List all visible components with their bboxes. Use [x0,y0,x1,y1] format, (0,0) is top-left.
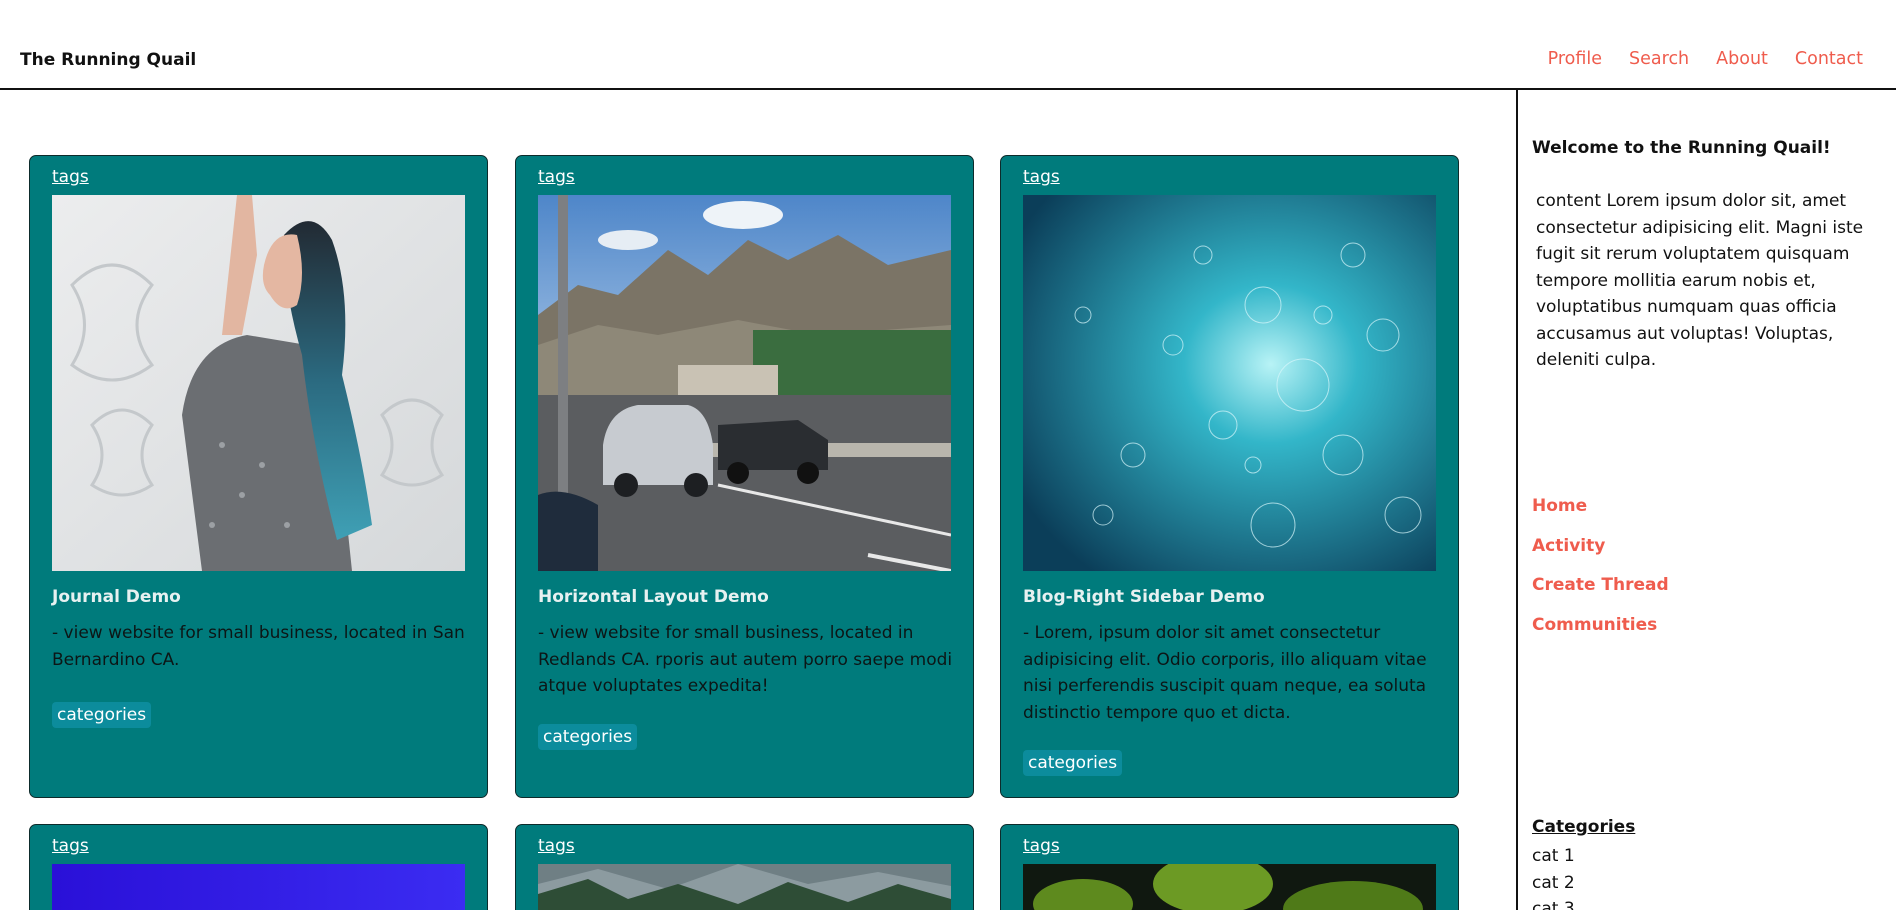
project-card: tags [29,824,488,910]
card-tags-link[interactable]: tags [1023,167,1060,187]
category-badge[interactable]: categories [52,702,152,728]
card-title[interactable]: Blog-Right Sidebar Demo [1023,587,1265,607]
card-image-forest-mountain[interactable] [538,864,951,910]
project-card: tags [1000,824,1459,910]
nav-link-contact[interactable]: Contact [1795,49,1863,69]
card-image-green-leaves[interactable] [1023,864,1436,910]
site-brand[interactable]: The Running Quail [20,50,196,70]
card-tags-link[interactable]: tags [538,836,575,856]
category-item[interactable]: cat 2 [1532,870,1575,897]
top-header: The Running Quail Profile Search About C… [0,0,1896,90]
project-card: tags Journal Demo - view website for sma… [29,155,488,798]
card-tags-link[interactable]: tags [52,836,89,856]
sidebar-nav: Home Activity Create Thread Communities [1532,496,1669,654]
category-item[interactable]: cat 1 [1532,843,1575,870]
card-tags-link[interactable]: tags [52,167,89,187]
categories-heading: Categories [1532,817,1636,837]
card-image-woman-blue-hair[interactable] [52,195,465,571]
card-image-street-mountains[interactable] [538,195,951,571]
card-image-blue-gradient[interactable] [52,864,465,910]
nav-link-about[interactable]: About [1716,49,1768,69]
top-nav: Profile Search About Contact [1548,49,1863,69]
card-title[interactable]: Horizontal Layout Demo [538,587,769,607]
card-description: - view website for small business, locat… [52,623,465,670]
card-title[interactable]: Journal Demo [52,587,181,607]
project-card: tags [515,824,974,910]
card-tags-link[interactable]: tags [538,167,575,187]
sidebar-link-home[interactable]: Home [1532,496,1669,536]
categories-list: cat 1 cat 2 cat 3 [1532,843,1575,910]
sidebar-welcome-text: content Lorem ipsum dolor sit, amet cons… [1536,191,1864,370]
sidebar-divider [1516,90,1518,910]
card-image-underwater-bubbles[interactable] [1023,195,1436,571]
project-card: tags Blog-Right Sidebar Demo - Lorem, ip… [1000,155,1459,798]
nav-link-profile[interactable]: Profile [1548,49,1602,69]
card-tags-link[interactable]: tags [1023,836,1060,856]
category-item[interactable]: cat 3 [1532,896,1575,910]
project-card: tags Horizontal Layout Demo - view websi… [515,155,974,798]
card-description: - Lorem, ipsum dolor sit amet consectetu… [1023,623,1427,723]
sidebar-link-communities[interactable]: Communities [1532,615,1669,655]
sidebar-welcome-title: Welcome to the Running Quail! [1532,138,1831,158]
sidebar-link-activity[interactable]: Activity [1532,536,1669,576]
sidebar-link-create-thread[interactable]: Create Thread [1532,575,1669,615]
category-badge[interactable]: categories [538,724,638,750]
card-description: - view website for small business, locat… [538,623,953,696]
category-badge[interactable]: categories [1023,750,1123,776]
nav-link-search[interactable]: Search [1629,49,1689,69]
